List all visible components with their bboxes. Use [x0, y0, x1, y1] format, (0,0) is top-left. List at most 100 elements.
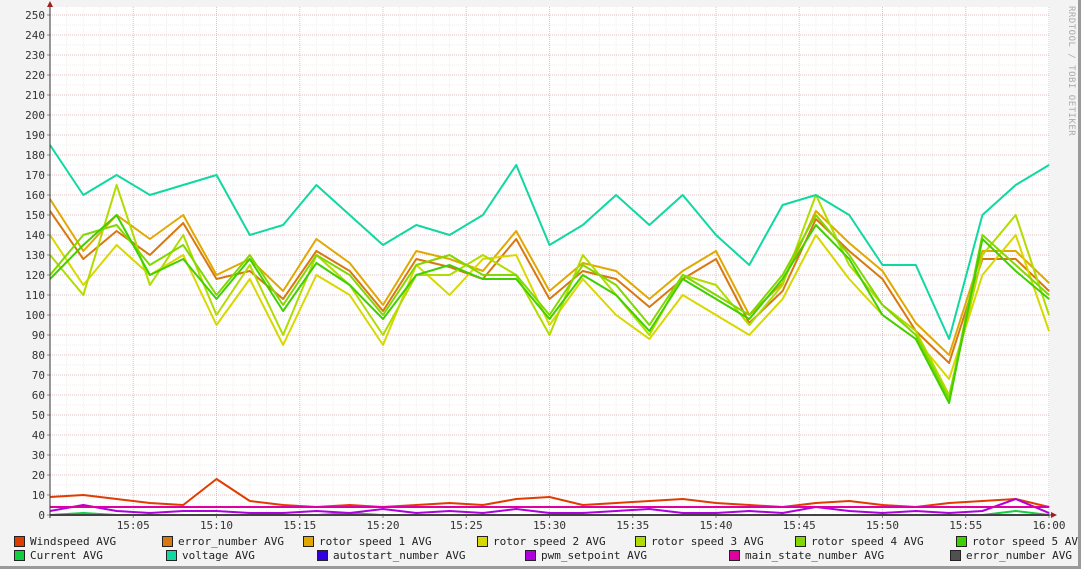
data-point	[82, 244, 84, 246]
data-point	[1015, 250, 1017, 252]
data-point	[415, 274, 417, 276]
legend-item: rotor speed 4 AVG	[795, 535, 956, 548]
data-point	[116, 214, 118, 216]
data-point	[149, 502, 151, 504]
data-point	[715, 234, 717, 236]
legend-label: rotor speed 1 AVG	[319, 535, 432, 548]
data-point	[449, 294, 451, 296]
legend-swatch	[14, 550, 25, 561]
data-point	[149, 238, 151, 240]
data-point	[215, 506, 218, 508]
data-point	[382, 334, 384, 336]
data-point	[415, 250, 417, 252]
data-point	[415, 512, 417, 514]
data-point	[548, 324, 551, 326]
data-point	[715, 506, 717, 508]
data-point	[149, 284, 151, 286]
data-point	[582, 264, 584, 266]
data-point	[482, 274, 484, 276]
y-tick-label: 100	[25, 309, 45, 322]
data-point	[782, 506, 784, 508]
legend-item: rotor speed 3 AVG	[635, 535, 795, 548]
legend-label: Current AVG	[30, 549, 103, 562]
data-point	[981, 500, 984, 502]
legend-swatch	[950, 550, 961, 561]
data-point	[349, 294, 351, 296]
legend-swatch	[14, 536, 25, 547]
data-point	[116, 224, 118, 226]
data-point	[782, 298, 784, 300]
data-point	[648, 334, 651, 336]
data-point	[648, 500, 651, 502]
data-point	[215, 298, 218, 300]
y-tick-label: 250	[25, 9, 45, 22]
data-point	[415, 258, 417, 260]
data-point	[382, 506, 384, 508]
chart-svg: 0 10 20 30 40 50 60 70 80 90 100 110 120 130 140 150 160…	[25, 1, 1066, 532]
data-point	[482, 258, 484, 260]
data-point	[582, 504, 584, 506]
legend-item: rotor speed 2 AVG	[477, 535, 635, 548]
data-point	[548, 506, 551, 508]
data-point	[682, 512, 684, 514]
data-point	[315, 274, 317, 276]
data-point	[782, 278, 784, 280]
y-tick-label: 190	[25, 129, 45, 142]
data-point	[149, 194, 151, 196]
data-point	[881, 512, 884, 514]
data-point	[881, 278, 884, 280]
data-point	[482, 512, 484, 514]
series-main-state-number-avg	[49, 506, 1050, 508]
data-point	[648, 298, 651, 300]
data-point	[82, 494, 84, 496]
data-point	[815, 194, 817, 196]
data-point	[249, 264, 251, 266]
legend-label: rotor speed 3 AVG	[651, 535, 764, 548]
y-tick-label: 150	[25, 209, 45, 222]
data-point	[349, 270, 351, 272]
data-point	[116, 174, 118, 176]
legend-item: Current AVG	[14, 549, 166, 562]
data-point	[548, 290, 551, 292]
data-point	[382, 344, 384, 346]
data-point	[782, 284, 784, 286]
data-point	[582, 512, 584, 514]
legend-label: rotor speed 5 AVG	[972, 535, 1081, 548]
data-point	[249, 278, 251, 280]
data-point	[282, 224, 284, 226]
data-point	[582, 262, 584, 264]
data-point	[915, 334, 917, 336]
legend-item: rotor speed 5 AVG	[956, 535, 1081, 548]
legend-item: error_number AVG	[162, 535, 303, 548]
x-tick-label: 15:10	[200, 519, 233, 532]
data-point	[82, 294, 84, 296]
data-point	[449, 502, 451, 504]
data-point	[915, 506, 917, 508]
data-point	[648, 306, 651, 308]
data-point	[682, 270, 684, 272]
x-tick-label: 15:45	[783, 519, 816, 532]
data-point	[182, 510, 184, 512]
legend-swatch	[635, 536, 646, 547]
y-tick-label: 80	[32, 349, 45, 362]
data-point	[116, 506, 118, 508]
data-point	[1048, 282, 1050, 284]
x-tick-label: 15:50	[866, 519, 899, 532]
data-point	[648, 224, 651, 226]
data-point	[382, 318, 384, 320]
data-point	[449, 274, 451, 276]
data-point	[1015, 270, 1017, 272]
data-point	[615, 270, 617, 272]
data-point	[349, 504, 351, 506]
y-tick-label: 90	[32, 329, 45, 342]
data-point	[748, 314, 750, 316]
data-point	[948, 378, 950, 380]
y-tick-label: 10	[32, 489, 45, 502]
data-point	[615, 278, 617, 280]
data-point	[948, 502, 950, 504]
legend-label: error_number AVG	[966, 549, 1072, 562]
legend-item: voltage AVG	[166, 549, 317, 562]
y-tick-label: 140	[25, 229, 45, 242]
data-point	[981, 234, 984, 236]
data-point	[1015, 506, 1017, 508]
